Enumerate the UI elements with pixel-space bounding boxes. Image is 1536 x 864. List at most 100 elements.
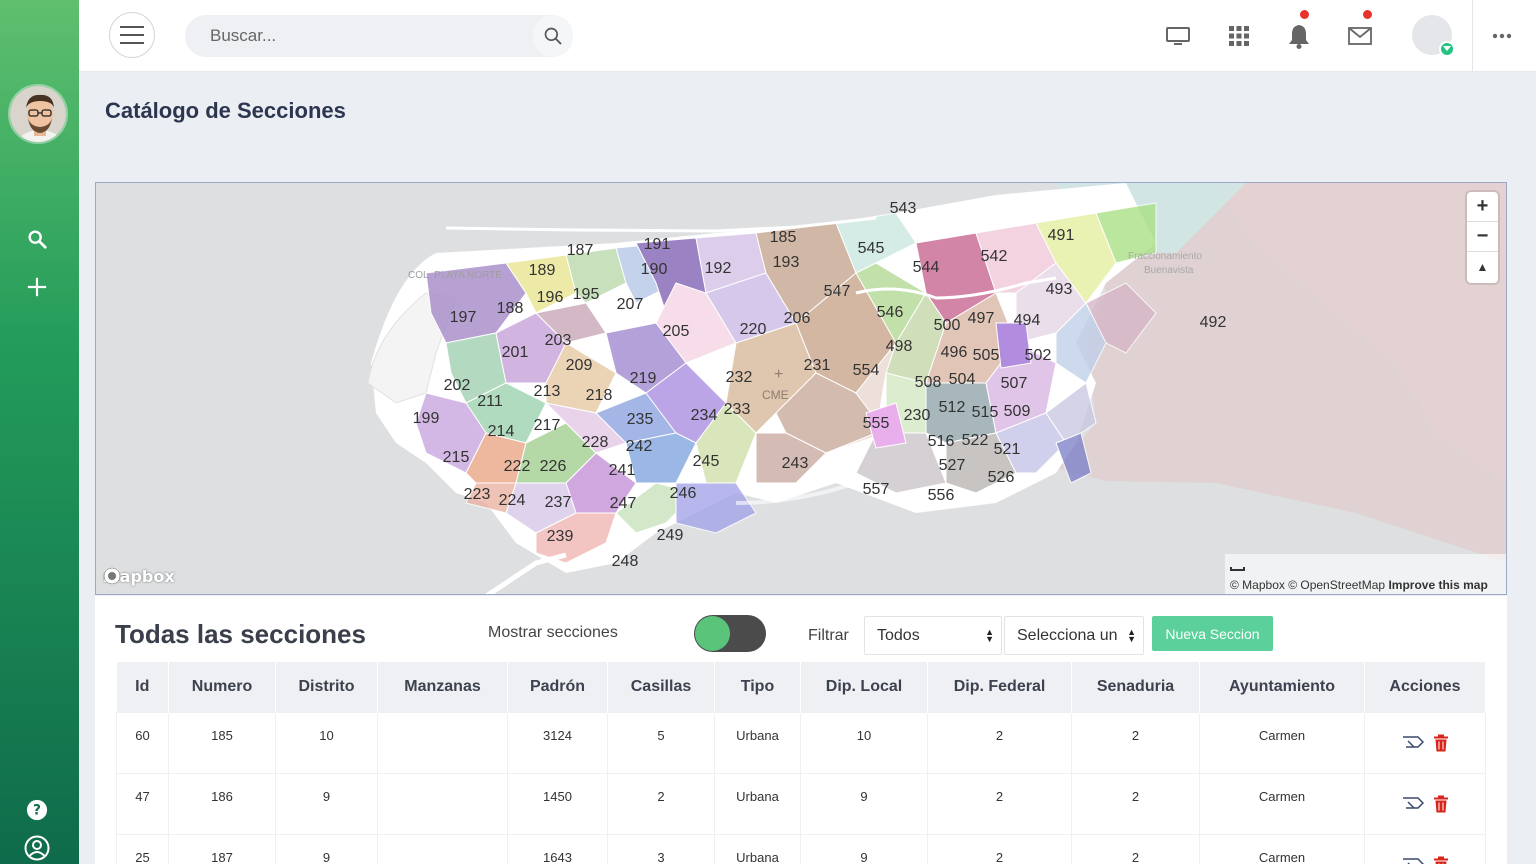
new-section-button[interactable]: Nueva Seccion (1152, 616, 1273, 651)
delete-icon[interactable] (1434, 856, 1448, 864)
map-section-label[interactable]: 245 (693, 453, 720, 470)
map-section-label[interactable]: 542 (981, 248, 1008, 265)
map-section-label[interactable]: 215 (443, 449, 470, 466)
map-section-label[interactable]: 491 (1048, 227, 1075, 244)
map-section-label[interactable]: 228 (582, 434, 609, 451)
map-section-label[interactable]: 189 (529, 262, 556, 279)
map-section-label[interactable]: 493 (1046, 281, 1073, 298)
search-icon[interactable] (24, 226, 50, 252)
map-section-label[interactable]: 192 (705, 260, 732, 277)
map-section-label[interactable]: 554 (853, 362, 880, 379)
map-section-label[interactable]: 526 (988, 469, 1015, 486)
help-icon[interactable]: ? (24, 797, 50, 823)
apps-grid-icon[interactable] (1224, 21, 1254, 51)
map-section-label[interactable]: 507 (1001, 375, 1028, 392)
map-section-label[interactable]: 214 (488, 423, 515, 440)
col-header-dip-local[interactable]: Dip. Local (800, 662, 928, 712)
show-sections-toggle[interactable] (694, 615, 766, 652)
map-section-label[interactable]: 547 (824, 283, 851, 300)
map-section-label[interactable]: 239 (547, 528, 574, 545)
col-header-tipo[interactable]: Tipo (714, 662, 801, 712)
map-section-label[interactable]: 237 (545, 494, 572, 511)
map-section-label[interactable]: 206 (784, 310, 811, 327)
section-select[interactable]: Selecciona un ▲ ▼ (1004, 616, 1144, 655)
col-header-numero[interactable]: Numero (168, 662, 276, 712)
map-section-label[interactable]: 522 (962, 432, 989, 449)
col-header-senaduria[interactable]: Senaduria (1071, 662, 1200, 712)
map-section-label[interactable]: 222 (504, 458, 531, 475)
map-section-label[interactable]: 504 (949, 371, 976, 388)
delete-icon[interactable] (1434, 734, 1448, 752)
map-section-label[interactable]: 492 (1200, 314, 1227, 331)
delete-icon[interactable] (1434, 795, 1448, 813)
hamburger-menu-button[interactable] (109, 12, 155, 58)
notification-bell-icon[interactable] (1284, 8, 1314, 51)
attribution-link[interactable]: © Mapbox © OpenStreetMap (1230, 578, 1385, 592)
map-section-label[interactable]: 498 (886, 338, 913, 355)
map-section-label[interactable]: 545 (858, 240, 885, 257)
map-section-label[interactable]: 521 (994, 441, 1021, 458)
map-section-label[interactable]: 205 (663, 323, 690, 340)
map-section-label[interactable]: 509 (1004, 403, 1031, 420)
edit-icon[interactable] (1402, 856, 1424, 864)
map-section-label[interactable]: 217 (534, 417, 561, 434)
map-section-label[interactable]: 202 (444, 377, 471, 394)
map-section-label[interactable]: 207 (617, 296, 644, 313)
map-section-label[interactable]: 235 (627, 411, 654, 428)
profile-avatar[interactable] (8, 84, 68, 144)
user-circle-icon[interactable] (24, 835, 50, 861)
map-section-label[interactable]: 241 (609, 462, 636, 479)
map-section-label[interactable]: 195 (573, 286, 600, 303)
col-header-dip-federal[interactable]: Dip. Federal (927, 662, 1072, 712)
improve-map-link[interactable]: Improve this map (1388, 578, 1487, 592)
map-section-label[interactable]: 246 (670, 485, 697, 502)
map-section-label[interactable]: 496 (941, 344, 968, 361)
sections-map[interactable]: COL. PLAYA NORTE Fraccionamiento Buenavi… (95, 182, 1507, 595)
map-section-label[interactable]: 515 (972, 404, 999, 421)
map-section-label[interactable]: 187 (567, 242, 594, 259)
map-section-label[interactable]: 213 (534, 383, 561, 400)
map-section-label[interactable]: 502 (1025, 347, 1052, 364)
edit-icon[interactable] (1402, 734, 1424, 752)
col-header-padron[interactable]: Padrón (507, 662, 608, 712)
map-section-label[interactable]: 232 (726, 369, 753, 386)
search-button[interactable] (533, 15, 573, 57)
map-section-label[interactable]: 544 (913, 259, 940, 276)
map-section-label[interactable]: 223 (464, 486, 491, 503)
map-section-label[interactable]: 505 (973, 347, 1000, 364)
map-section-label[interactable]: 557 (863, 481, 890, 498)
col-header-casillas[interactable]: Casillas (607, 662, 715, 712)
map-section-label[interactable]: 218 (586, 387, 613, 404)
filter-select[interactable]: Todos ▲ ▼ (864, 616, 1002, 655)
map-section-label[interactable]: 508 (915, 374, 942, 391)
map-section-label[interactable]: 190 (641, 261, 668, 278)
map-section-label[interactable]: 193 (773, 254, 800, 271)
map-section-label[interactable]: 242 (626, 438, 653, 455)
add-icon[interactable] (24, 274, 50, 300)
map-section-label[interactable]: 233 (724, 401, 751, 418)
mail-icon[interactable] (1345, 8, 1375, 51)
map-section-label[interactable]: 197 (450, 309, 477, 326)
col-header-id[interactable]: Id (116, 662, 169, 712)
map-section-label[interactable]: 203 (545, 332, 572, 349)
map-section-label[interactable]: 248 (612, 553, 639, 570)
map-section-label[interactable]: 220 (740, 321, 767, 338)
map-section-label[interactable]: 494 (1014, 312, 1041, 329)
map-section-label[interactable]: 512 (939, 399, 966, 416)
map-section-label[interactable]: 247 (610, 495, 637, 512)
zoom-in-button[interactable]: + (1467, 192, 1498, 222)
map-section-label[interactable]: 543 (890, 200, 917, 217)
map-section-label[interactable]: 234 (691, 407, 718, 424)
more-options-icon[interactable] (1487, 21, 1517, 51)
search-input[interactable] (185, 26, 525, 46)
map-section-label[interactable]: 211 (477, 393, 503, 410)
mapbox-logo[interactable]: mapbox (103, 567, 175, 586)
map-section-label[interactable]: 185 (770, 229, 797, 246)
map-section-label[interactable]: 231 (804, 357, 831, 374)
map-section-label[interactable]: 226 (540, 458, 567, 475)
map-section-label[interactable]: 209 (566, 357, 593, 374)
zoom-out-button[interactable]: − (1467, 222, 1498, 252)
map-section-label[interactable]: 196 (537, 289, 564, 306)
map-section-label[interactable]: 188 (497, 300, 524, 317)
compass-button[interactable]: ▲ (1467, 252, 1498, 282)
